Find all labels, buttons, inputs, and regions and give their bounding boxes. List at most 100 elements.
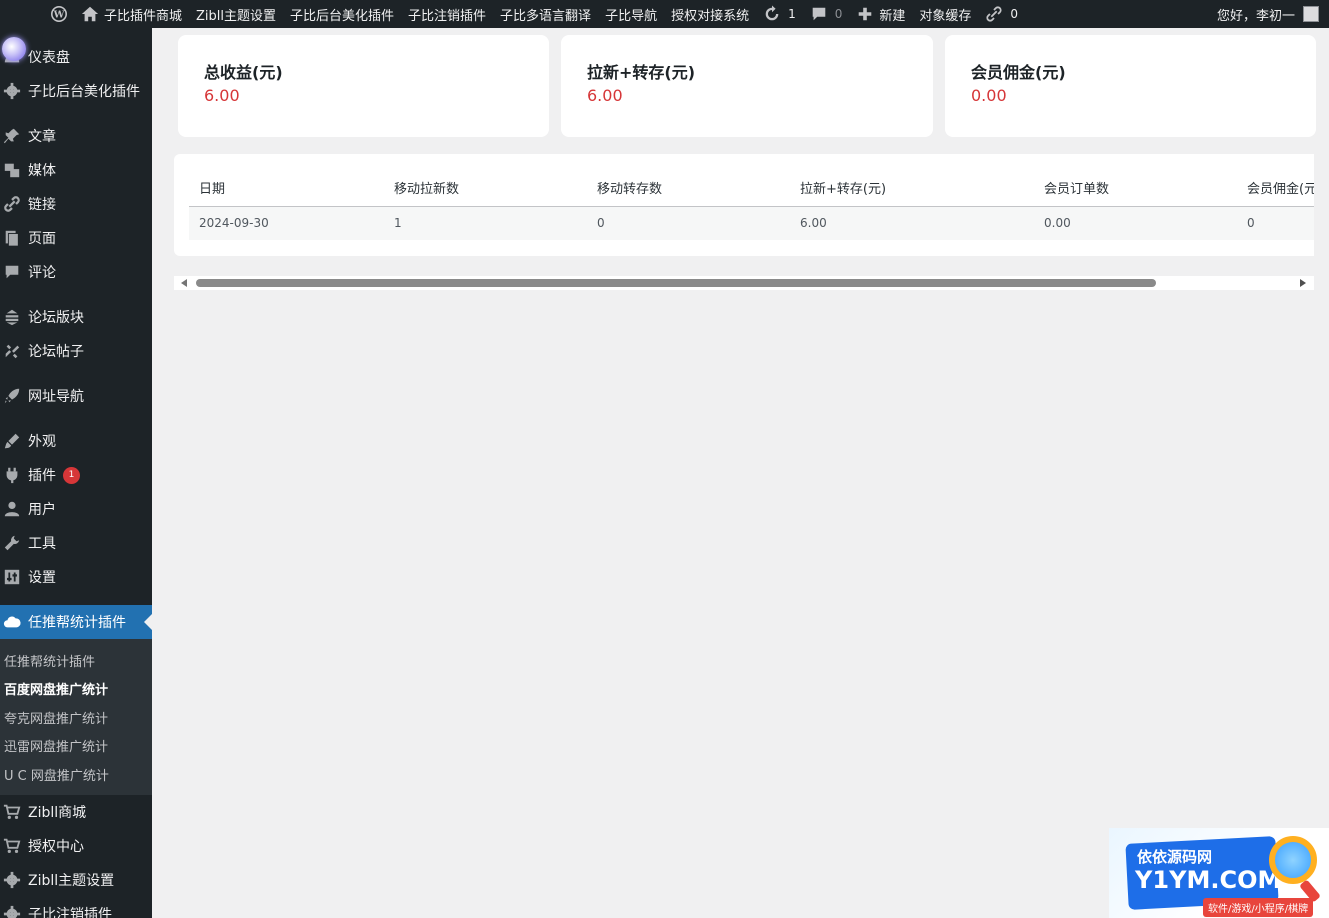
site-home-link[interactable]: 子比插件商城 [74,0,189,28]
pin-icon [2,126,22,146]
menu-label: 评论 [28,265,56,281]
new-label: 新建 [879,8,906,24]
scroll-left-arrow-icon[interactable] [181,279,187,287]
menu-settings[interactable]: 设置 [0,560,152,594]
refresh-icon [765,5,779,21]
watermark-logo: 依依源码网 Y1YM.COM 软件/游戏/小程序/棋牌 [1109,828,1329,918]
menu-comments[interactable]: 评论 [0,255,152,289]
table-cell: 0 [1237,206,1314,240]
table-cell: 2024-09-30 [189,206,384,240]
updates-link[interactable]: 1 [756,0,803,28]
stat-title: 拉新+转存(元) [587,63,696,82]
menu-label: 网址导航 [28,389,84,405]
cloud-icon [2,612,22,632]
cart-icon [2,836,22,856]
menu-label: 仪表盘 [28,50,70,66]
menu-appearance[interactable]: 外观 [0,424,152,458]
link-icon [2,194,22,214]
post-icon [2,341,22,361]
settings-icon [2,567,22,587]
menu-label: 外观 [28,434,56,450]
admin-bar: W 子比插件商城 Zibll主题设置 子比后台美化插件 子比注销插件 子比多语言… [0,0,1329,28]
menu-pages[interactable]: 页面 [0,221,152,255]
wrench-icon [2,533,22,553]
object-cache-link[interactable]: 对象缓存 [912,0,978,28]
menu-zibll-shop[interactable]: Zibll商城 [0,795,152,829]
submenu-item-uc[interactable]: U C 网盘推广统计 [0,760,152,789]
table-cell: 0.00 [1034,206,1237,240]
table-cell: 6.00 [790,206,1034,240]
menu-label: 授权中心 [28,838,84,855]
menu-users[interactable]: 用户 [0,492,152,526]
menu-beautify-plugin[interactable]: 子比后台美化插件 [0,74,152,108]
stats-table-container: 日期 移动拉新数 移动转存数 拉新+转存(元) 会员订单数 会员佣金(元) 20… [174,154,1314,256]
adminbar-auth-system[interactable]: 授权对接系统 [664,0,756,28]
my-account[interactable]: 您好，李初一 [1217,5,1329,24]
menu-label: 论坛帖子 [28,344,84,360]
menu-links[interactable]: 链接 [0,187,152,221]
gear-icon [2,870,22,890]
updates-count: 1 [788,7,796,21]
menu-forum-posts[interactable]: 论坛帖子 [0,334,152,368]
media-icon [2,160,22,180]
stat-card-total-income: 总收益(元) 6.00 [178,35,549,137]
adminbar-logout-plugin[interactable]: 子比注销插件 [401,0,493,28]
adminbar-beautify-plugin[interactable]: 子比后台美化插件 [283,0,401,28]
menu-label: 插件 [28,468,56,484]
submenu-item-overview[interactable]: 任推帮统计插件 [0,646,152,675]
menu-label: Zibll主题设置 [28,872,115,889]
adminbar-nav[interactable]: 子比导航 [598,0,664,28]
menu-label: 子比注销插件 [28,906,112,918]
comments-link[interactable]: 0 [803,0,850,28]
submenu-item-baidu[interactable]: 百度网盘推广统计 [0,675,152,704]
gear-icon [2,81,22,101]
menu-plugins[interactable]: 插件 1 [0,458,152,492]
menu-logout-plugin[interactable]: 子比注销插件 [0,897,152,918]
menu-zibll-theme-settings[interactable]: Zibll主题设置 [0,863,152,897]
submenu: 任推帮统计插件 百度网盘推广统计 夸克网盘推广统计 迅雷网盘推广统计 U C 网… [0,639,152,795]
adminbar-zibll-settings[interactable]: Zibll主题设置 [189,0,283,28]
menu-auth-center[interactable]: 授权中心 [0,829,152,863]
menu-label: 页面 [28,231,56,247]
stat-title: 总收益(元) [204,63,283,82]
forum-icon [2,307,22,327]
moon-icon[interactable] [2,37,26,61]
column-header-date: 日期 [189,170,384,207]
scroll-right-arrow-icon[interactable] [1300,279,1306,287]
menu-label: 设置 [28,570,56,586]
new-content-link[interactable]: 新建 [849,0,912,28]
adminbar-translate[interactable]: 子比多语言翻译 [493,0,598,28]
menu-url-nav[interactable]: 网址导航 [0,379,152,413]
menu-label: 媒体 [28,163,56,179]
menu-rentuibang-stats[interactable]: 任推帮统计插件 [0,605,152,639]
avatar [1303,6,1319,22]
cart-icon [2,802,22,822]
user-icon [2,499,22,519]
stat-value: 0.00 [971,86,1007,105]
column-header-member-orders: 会员订单数 [1034,170,1237,207]
watermark-line2: Y1YM.COM [1135,866,1282,894]
stat-value: 6.00 [587,86,623,105]
main-content: 总收益(元) 6.00 拉新+转存(元) 6.00 会员佣金(元) 0.00 日… [152,28,1329,918]
magnifier-icon [1269,836,1317,884]
menu-label: 论坛版块 [28,310,84,326]
menu-tools[interactable]: 工具 [0,526,152,560]
admin-sidebar: 仪表盘 子比后台美化插件 文章 媒体 链接 页面 评论 论坛版块 论坛帖子 网址… [0,28,152,918]
wordpress-logo-icon[interactable]: W [44,0,74,28]
site-name: 子比插件商城 [104,8,183,24]
submenu-item-xunlei[interactable]: 迅雷网盘推广统计 [0,732,152,761]
stats-table: 日期 移动拉新数 移动转存数 拉新+转存(元) 会员订单数 会员佣金(元) 20… [189,170,1314,240]
horizontal-scrollbar[interactable] [174,276,1314,290]
watermark-tag: 软件/游戏/小程序/棋牌 [1203,898,1314,917]
submenu-item-quark[interactable]: 夸克网盘推广统计 [0,703,152,732]
greeting: 您好，李初一 [1216,8,1295,24]
menu-forum-boards[interactable]: 论坛版块 [0,300,152,334]
menu-media[interactable]: 媒体 [0,153,152,187]
menu-posts[interactable]: 文章 [0,119,152,153]
scrollbar-thumb[interactable] [196,279,1156,287]
column-header-member-commission: 会员佣金(元) [1237,170,1314,207]
table-row: 2024-09-30 1 0 6.00 0.00 0 [189,206,1314,240]
stat-card-signup-transfer: 拉新+转存(元) 6.00 [561,35,933,137]
links-counter[interactable]: 0 [978,0,1025,28]
column-header-signup-transfer-income: 拉新+转存(元) [790,170,1034,207]
